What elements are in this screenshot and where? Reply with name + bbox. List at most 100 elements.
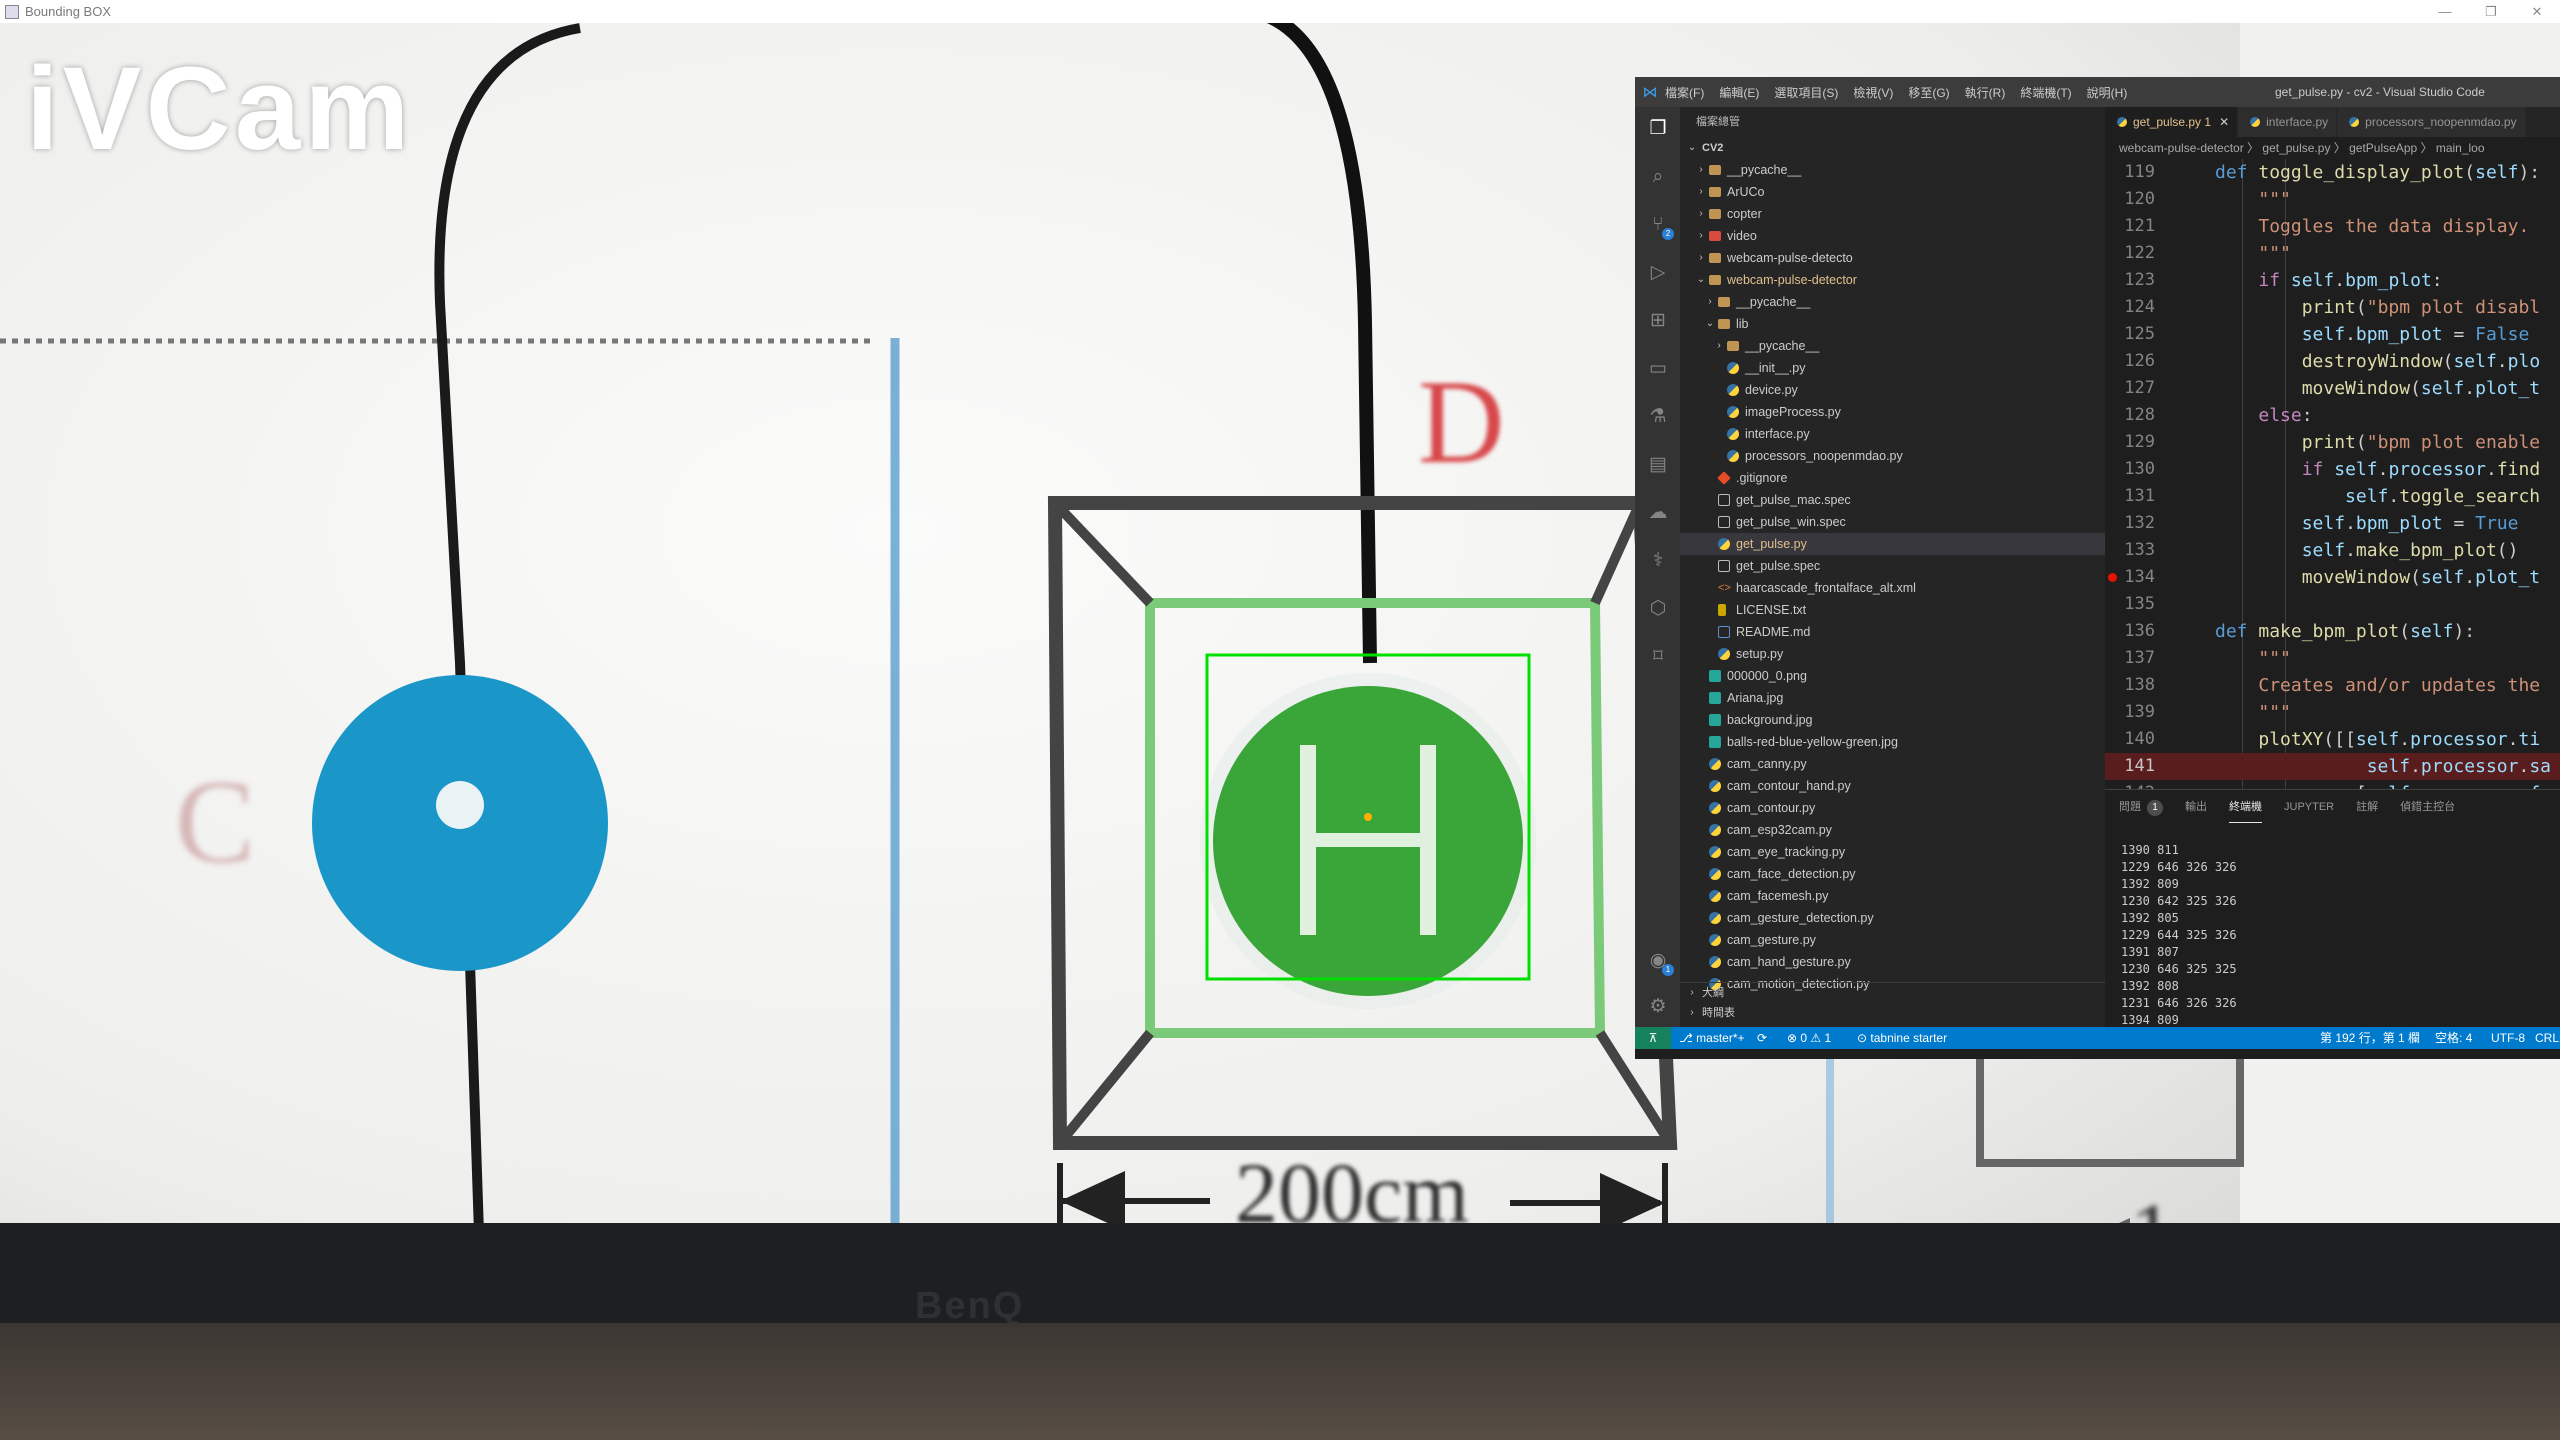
tree-file[interactable]: get_pulse_mac.spec [1680, 489, 2140, 511]
tree-folder[interactable]: › copter [1680, 203, 2140, 225]
breadcrumb[interactable]: webcam-pulse-detector 〉 get_pulse.py 〉 g… [2105, 137, 2560, 159]
tree-file[interactable]: cam_gesture.py [1680, 929, 2140, 951]
settings-gear-icon[interactable]: ⚙ [1646, 995, 1670, 1019]
extensions-icon[interactable]: ⊞ [1646, 309, 1670, 333]
menu-go[interactable]: 移至(G) [1908, 84, 1949, 101]
tab-processors[interactable]: processors_noopenmdao.py [2337, 107, 2526, 137]
accounts-icon[interactable]: ◉ 1 [1646, 949, 1674, 976]
tabnine-status[interactable]: ⊙ tabnine starter [1857, 1027, 1947, 1049]
code-line[interactable]: 139 """ [2105, 699, 2560, 726]
problems-indicator[interactable]: ⊗ 0 ⚠ 1 [1787, 1027, 1831, 1049]
tree-file[interactable]: interface.py [1680, 423, 2140, 445]
tree-folder[interactable]: › __pycache__ [1680, 291, 2140, 313]
code-line[interactable]: 130 if self.processor.find [2105, 456, 2560, 483]
tree-file[interactable]: cam_esp32cam.py [1680, 819, 2140, 841]
tree-file[interactable]: get_pulse.spec [1680, 555, 2140, 577]
tab-interface[interactable]: interface.py [2238, 107, 2338, 137]
code-line[interactable]: 133 self.make_bpm_plot() [2105, 537, 2560, 564]
code-line[interactable]: 129 print("bpm plot enable [2105, 429, 2560, 456]
tree-file[interactable]: cam_eye_tracking.py [1680, 841, 2140, 863]
bookmarks-icon[interactable]: ⌑ [1646, 645, 1670, 669]
code-line[interactable]: 123 if self.bpm_plot: [2105, 267, 2560, 294]
terminal-output[interactable]: 1390 811 1229 646 326 326 1392 809 1230 … [2121, 842, 2237, 1029]
code-line[interactable]: 142 [self.processor.fr [2105, 780, 2560, 789]
remote-explorer-icon[interactable]: ▭ [1646, 357, 1670, 381]
panel-tab[interactable]: JUPYTER [2284, 790, 2334, 824]
tree-folder[interactable]: › ArUCo [1680, 181, 2140, 203]
python-icon[interactable]: ⚕ [1646, 549, 1670, 573]
tree-folder[interactable]: › __pycache__ [1680, 159, 2140, 181]
menu-view[interactable]: 檢視(V) [1853, 84, 1893, 101]
code-line[interactable]: 141 self.processor.sa [2105, 753, 2560, 780]
tree-file[interactable]: background.jpg [1680, 709, 2140, 731]
tree-folder[interactable]: › webcam-pulse-detecto [1680, 247, 2140, 269]
code-line[interactable]: 128 else: [2105, 402, 2560, 429]
tree-file[interactable]: <> haarcascade_frontalface_alt.xml [1680, 577, 2140, 599]
tree-folder[interactable]: ⌄ lib [1680, 313, 2140, 335]
menu-file[interactable]: 檔案(F) [1665, 84, 1704, 101]
tree-file[interactable]: cam_contour_hand.py [1680, 775, 2140, 797]
tab-close-icon[interactable]: ✕ [2219, 115, 2229, 129]
tree-file[interactable]: cam_facemesh.py [1680, 885, 2140, 907]
tab-get-pulse[interactable]: get_pulse.py 1 ✕ [2105, 107, 2239, 137]
tree-file[interactable]: get_pulse.py1 [1680, 533, 2140, 555]
code-line[interactable]: 136 def make_bpm_plot(self): [2105, 618, 2560, 645]
code-line[interactable]: 125 self.bpm_plot = False [2105, 321, 2560, 348]
code-line[interactable]: 120 """ [2105, 186, 2560, 213]
code-line[interactable]: 138 Creates and/or updates the [2105, 672, 2560, 699]
kubernetes-icon[interactable]: ⬡ [1646, 597, 1670, 621]
tree-file[interactable]: processors_noopenmdao.py [1680, 445, 2140, 467]
code-line[interactable]: 140 plotXY([[self.processor.ti [2105, 726, 2560, 753]
explorer-icon[interactable]: ❐ [1646, 117, 1670, 141]
code-line[interactable]: 135 [2105, 591, 2560, 618]
maximize-button[interactable]: ❐ [2468, 0, 2514, 23]
menu-terminal[interactable]: 終端機(T) [2020, 84, 2071, 101]
code-line[interactable]: 124 print("bpm plot disabl [2105, 294, 2560, 321]
tree-file[interactable]: setup.py [1680, 643, 2140, 665]
git-branch[interactable]: ⎇ master*+ [1679, 1027, 1745, 1049]
tree-file[interactable]: Ariana.jpg [1680, 687, 2140, 709]
menu-help[interactable]: 說明(H) [2087, 84, 2128, 101]
cursor-position[interactable]: 第 192 行，第 1 欄 [2320, 1027, 2420, 1049]
panel-tab[interactable]: 偵錯主控台 [2400, 790, 2455, 824]
panel-tab[interactable]: 問題 1 [2119, 790, 2163, 824]
tree-file[interactable]: imageProcess.py [1680, 401, 2140, 423]
line-ending[interactable]: CRLF [2535, 1027, 2560, 1049]
code-line[interactable]: 127 moveWindow(self.plot_t [2105, 375, 2560, 402]
minimize-button[interactable]: — [2422, 0, 2468, 23]
code-line[interactable]: 131 self.toggle_search [2105, 483, 2560, 510]
outline-section[interactable]: › 大綱 [1680, 983, 2140, 1003]
tree-folder[interactable]: ⌄ CV2 [1680, 137, 2140, 159]
timeline-section[interactable]: › 時間表 [1680, 1003, 2140, 1023]
code-line[interactable]: 137 """ [2105, 645, 2560, 672]
panel-tab[interactable]: 註解 [2356, 790, 2378, 824]
tree-file[interactable]: cam_canny.py [1680, 753, 2140, 775]
search-icon[interactable]: ⌕ [1646, 165, 1670, 189]
tree-folder[interactable]: ⌄webcam-pulse-detector● [1680, 269, 2140, 291]
tree-file[interactable]: cam_gesture_detection.py [1680, 907, 2140, 929]
tree-file[interactable]: balls-red-blue-yellow-green.jpg [1680, 731, 2140, 753]
run-debug-icon[interactable]: ▷ [1646, 261, 1670, 285]
testing-icon[interactable]: ⚗ [1646, 405, 1670, 429]
tree-file[interactable]: __init__.py [1680, 357, 2140, 379]
tree-file[interactable]: .gitignore [1680, 467, 2140, 489]
code-line[interactable]: 132 self.bpm_plot = True [2105, 510, 2560, 537]
sync-icon[interactable]: ⟳ [1757, 1027, 1767, 1049]
notebook-icon[interactable]: ▤ [1646, 453, 1670, 477]
indentation[interactable]: 空格: 4 [2435, 1027, 2472, 1049]
tree-file[interactable]: cam_contour.py [1680, 797, 2140, 819]
tree-file[interactable]: get_pulse_win.spec [1680, 511, 2140, 533]
tree-file[interactable]: device.py [1680, 379, 2140, 401]
close-button[interactable]: ✕ [2514, 0, 2560, 23]
encoding[interactable]: UTF-8 [2491, 1027, 2525, 1049]
menu-edit[interactable]: 編輯(E) [1719, 84, 1759, 101]
code-editor[interactable]: 119 def toggle_display_plot(self): 120 """… [2105, 159, 2560, 789]
tree-file[interactable]: cam_hand_gesture.py [1680, 951, 2140, 973]
tree-folder[interactable]: › __pycache__ [1680, 335, 2140, 357]
code-line[interactable]: 122 """ [2105, 240, 2560, 267]
code-line[interactable]: 119 def toggle_display_plot(self): [2105, 159, 2560, 186]
code-line[interactable]: 121 Toggles the data display. [2105, 213, 2560, 240]
code-line[interactable]: 126 destroyWindow(self.plo [2105, 348, 2560, 375]
tree-file[interactable]: cam_face_detection.py [1680, 863, 2140, 885]
menu-selection[interactable]: 選取項目(S) [1774, 84, 1838, 101]
